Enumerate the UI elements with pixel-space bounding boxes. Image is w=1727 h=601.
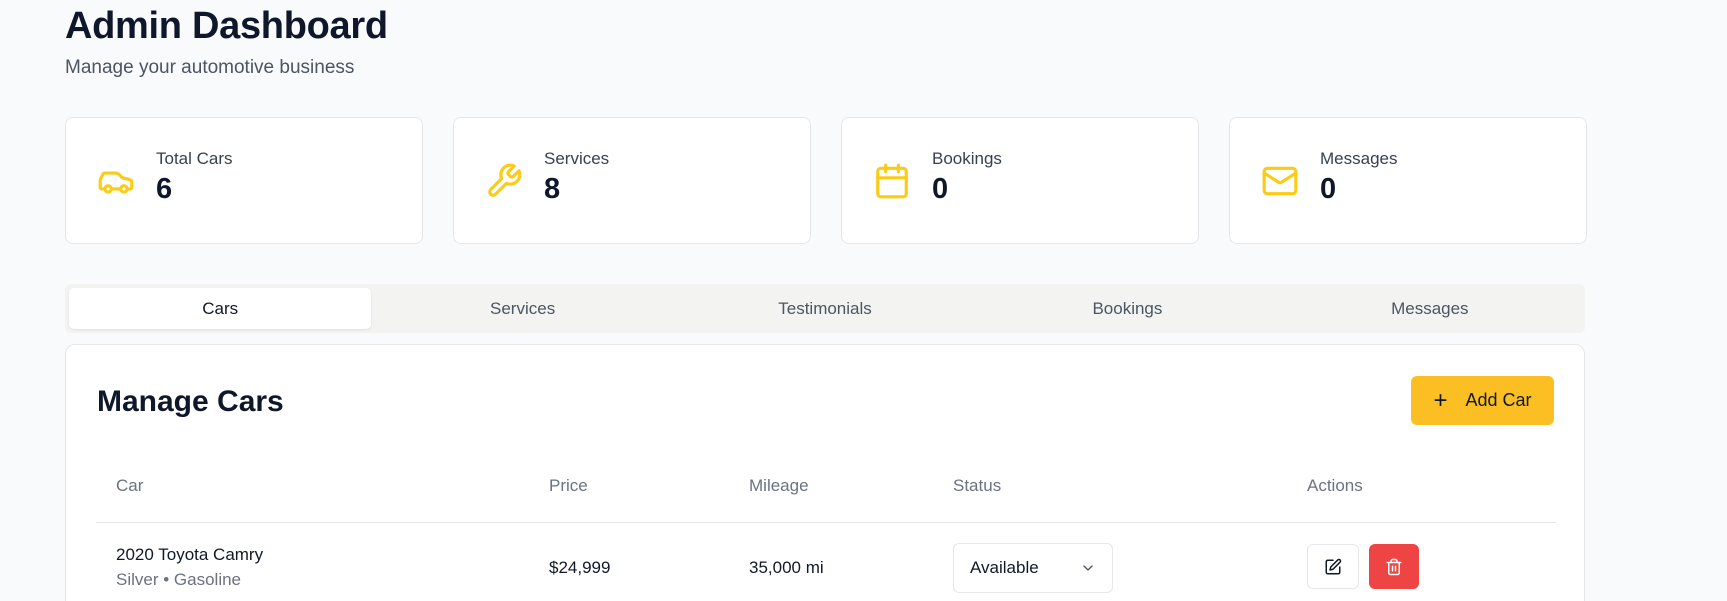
delete-button[interactable] [1369, 544, 1419, 589]
calendar-icon [872, 161, 912, 201]
tab-bookings[interactable]: Bookings [976, 288, 1278, 329]
car-price: $24,999 [549, 558, 611, 577]
add-car-button-label: Add Car [1465, 390, 1532, 410]
stat-card-bookings: Bookings 0 [841, 117, 1199, 244]
page-subtitle: Manage your automotive business [65, 56, 355, 78]
stat-value: 8 [544, 173, 561, 205]
tab-messages[interactable]: Messages [1279, 288, 1581, 329]
trash-icon [1386, 558, 1402, 575]
car-mileage: 35,000 mi [749, 558, 824, 577]
tab-cars[interactable]: Cars [69, 288, 372, 329]
tab-services[interactable]: Services [371, 288, 673, 329]
stat-card-messages: Messages 0 [1229, 117, 1587, 244]
column-header-status: Status [953, 476, 1002, 495]
car-icon [96, 161, 136, 201]
wrench-icon [484, 161, 524, 201]
table-header: Car Price Mileage Status Actions [96, 476, 1556, 523]
car-name: 2020 Toyota Camry [116, 545, 264, 564]
page-title: Admin Dashboard [65, 5, 388, 47]
stat-label: Bookings [932, 149, 1002, 168]
stat-label: Total Cars [156, 149, 233, 168]
column-header-mileage: Mileage [749, 476, 809, 495]
plus-icon: + [1433, 386, 1448, 414]
edit-button[interactable] [1307, 544, 1359, 589]
stat-value: 0 [932, 173, 949, 205]
tab-testimonials[interactable]: Testimonials [674, 288, 976, 329]
mail-icon [1260, 161, 1300, 201]
panel-title: Manage Cars [97, 385, 284, 418]
car-details: Silver • Gasoline [116, 570, 242, 589]
stat-card-total-cars: Total Cars 6 [65, 117, 423, 244]
stat-label: Services [544, 149, 610, 168]
add-car-button[interactable]: + Add Car [1411, 376, 1554, 425]
column-header-actions: Actions [1307, 476, 1363, 495]
manage-cars-panel: Manage Cars + Add Car Car Price Mileage … [65, 344, 1585, 601]
status-select[interactable]: Available [953, 543, 1113, 593]
tab-bar: Cars Services Testimonials Bookings Mess… [65, 284, 1585, 333]
column-header-car: Car [116, 476, 144, 495]
column-header-price: Price [549, 476, 588, 495]
page-header: Admin Dashboard Manage your automotive b… [65, 5, 388, 79]
stat-card-services: Services 8 [453, 117, 811, 244]
stat-label: Messages [1320, 149, 1398, 168]
stat-value: 6 [156, 173, 173, 205]
status-value: Available [970, 558, 1039, 577]
stat-value: 0 [1320, 173, 1337, 205]
table-row: 2020 Toyota Camry Silver • Gasoline $24,… [96, 523, 1556, 601]
chevron-down-icon [1083, 565, 1093, 571]
edit-icon [1325, 558, 1342, 574]
stats-row: Total Cars 6 Services 8 Bookings 0 Messa… [65, 117, 1587, 244]
